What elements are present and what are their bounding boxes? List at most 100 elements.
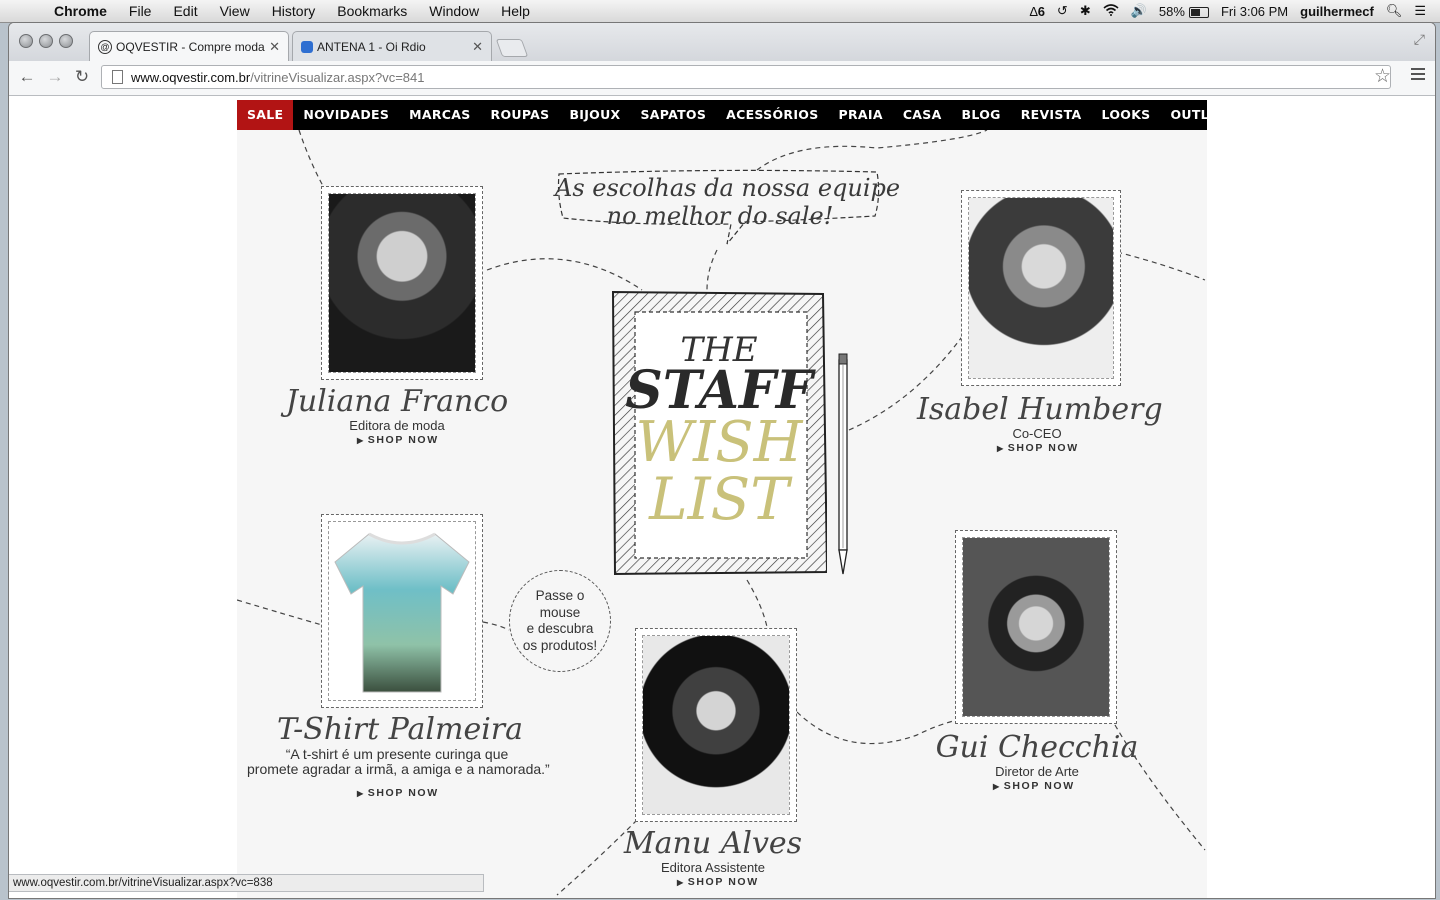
menu-app-chrome[interactable]: Chrome xyxy=(54,3,107,19)
battery-percent: 58% xyxy=(1158,3,1185,19)
nav-item-blog[interactable]: BLOG xyxy=(952,100,1011,130)
product-name: T-Shirt Palmeira xyxy=(277,712,524,747)
wifi-icon[interactable] xyxy=(1103,3,1119,19)
photo-inner xyxy=(328,521,476,701)
tab-title: ANTENA 1 - Oi Rdio xyxy=(317,39,426,54)
shop-now-label: SHOP NOW xyxy=(367,434,439,446)
shop-now-manu[interactable]: ▶ SHOP NOW xyxy=(677,876,759,888)
hint-line-3: e descubra xyxy=(526,621,594,636)
shop-now-label: SHOP NOW xyxy=(687,876,759,888)
page-viewport: SALE NOVIDADES MARCAS ROUPAS BIJOUX SAPA… xyxy=(9,96,1435,898)
menu-help[interactable]: Help xyxy=(501,3,530,19)
close-window-button[interactable] xyxy=(19,34,33,48)
notebook-list: LIST xyxy=(649,465,789,533)
adobe-count: 6 xyxy=(1037,3,1045,19)
tab-oqvestir[interactable]: @ OQVESTIR - Compre moda c ✕ xyxy=(89,31,289,61)
staff-role-gui: Diretor de Arte xyxy=(995,764,1079,779)
portrait-image xyxy=(329,194,475,372)
chrome-menu-icon[interactable] xyxy=(1411,68,1425,83)
close-tab-icon[interactable]: ✕ xyxy=(269,39,280,55)
shop-now-label: SHOP NOW xyxy=(1007,442,1079,454)
portrait-image xyxy=(963,538,1109,716)
rdio-icon xyxy=(301,40,313,53)
product-quote-line-2: promete agradar a irmã, a amiga e a namo… xyxy=(247,761,550,777)
shop-now-gui[interactable]: ▶ SHOP NOW xyxy=(993,780,1075,792)
staff-wishlist-notebook: THE STAFF WISH LIST xyxy=(611,290,827,576)
staff-name-juliana: Juliana Franco xyxy=(285,384,509,419)
hint-line-2: mouse xyxy=(539,604,581,620)
back-button[interactable]: ← xyxy=(17,67,37,87)
product-tshirt-palmeira[interactable] xyxy=(321,514,483,708)
speech-text: As escolhas da nossa equipe no melhor do… xyxy=(555,174,901,230)
bluetooth-icon[interactable]: ✱ xyxy=(1080,3,1091,19)
close-tab-icon[interactable]: ✕ xyxy=(472,39,483,55)
user-name[interactable]: guilhermecf xyxy=(1300,4,1374,19)
nav-item-novidades[interactable]: NOVIDADES xyxy=(293,100,399,130)
nav-item-roupas[interactable]: ROUPAS xyxy=(481,100,560,130)
nav-item-marcas[interactable]: MARCAS xyxy=(399,100,480,130)
address-bar[interactable]: www.oqvestir.com.br/vitrineVisualizar.as… xyxy=(101,65,1391,89)
arrow-right-icon: ▶ xyxy=(357,789,365,798)
nav-item-bijoux[interactable]: BIJOUX xyxy=(559,100,630,130)
menu-edit[interactable]: Edit xyxy=(173,3,197,19)
reload-button[interactable]: ↻ xyxy=(72,67,92,87)
photo-gui-checchia[interactable] xyxy=(955,530,1117,724)
browser-toolbar: ← → ↻ www.oqvestir.com.br/vitrineVisuali… xyxy=(9,61,1435,96)
new-tab-button[interactable] xyxy=(495,39,529,57)
url-host: www.oqvestir.com.br xyxy=(131,69,251,85)
photo-inner xyxy=(968,197,1114,379)
nav-item-acessorios[interactable]: ACESSÓRIOS xyxy=(716,100,828,130)
photo-inner xyxy=(642,635,790,815)
shop-now-isabel[interactable]: ▶ SHOP NOW xyxy=(997,442,1079,454)
menu-view[interactable]: View xyxy=(220,3,250,19)
photo-juliana-franco[interactable] xyxy=(321,186,483,380)
shop-now-juliana[interactable]: ▶ SHOP NOW xyxy=(357,434,439,446)
at-icon: @ xyxy=(98,39,112,54)
clock[interactable]: Fri 3:06 PM xyxy=(1221,4,1288,19)
pencil-icon xyxy=(838,353,848,575)
minimize-window-button[interactable] xyxy=(39,34,53,48)
time-machine-icon[interactable]: ↺ xyxy=(1057,3,1068,19)
photo-manu-alves[interactable] xyxy=(635,628,797,822)
page-icon xyxy=(112,70,123,84)
menu-history[interactable]: History xyxy=(272,3,316,19)
staff-name-manu: Manu Alves xyxy=(623,826,803,861)
photo-isabel-humberg[interactable] xyxy=(961,190,1121,386)
nav-item-sapatos[interactable]: SAPATOS xyxy=(630,100,716,130)
forward-button[interactable]: → xyxy=(45,67,65,87)
shop-now-tshirt[interactable]: ▶ SHOP NOW xyxy=(357,787,439,799)
photo-inner xyxy=(328,193,476,373)
tab-title: OQVESTIR - Compre moda c xyxy=(116,39,266,54)
adobe-icon[interactable]: ∆6 xyxy=(1030,4,1045,19)
zoom-window-button[interactable] xyxy=(59,34,73,48)
product-quote-line-1: “A t-shirt é um presente curinga que xyxy=(285,746,509,762)
menu-bookmarks[interactable]: Bookmarks xyxy=(337,3,407,19)
nav-item-looks[interactable]: LOOKS xyxy=(1092,100,1161,130)
shop-now-label: SHOP NOW xyxy=(1003,780,1075,792)
nav-item-revista[interactable]: REVISTA xyxy=(1011,100,1092,130)
speech-line-1: As escolhas da nossa equipe xyxy=(555,174,901,202)
volume-icon[interactable]: 🔊 xyxy=(1131,3,1147,19)
spotlight-icon[interactable]: 🔍︎ xyxy=(1386,3,1403,19)
status-bar: www.oqvestir.com.br/vitrineVisualizar.as… xyxy=(9,874,484,892)
nav-item-casa[interactable]: CASA xyxy=(893,100,952,130)
nav-item-praia[interactable]: PRAIA xyxy=(829,100,893,130)
hover-hint-circle: Passe o mouse e descubra os produtos! xyxy=(509,570,611,672)
menubar-right: ∆6 ↺ ✱ 🔊 58% Fri 3:06 PM guilhermecf 🔍︎ … xyxy=(1018,0,1426,22)
menu-file[interactable]: File xyxy=(129,3,152,19)
battery-icon[interactable] xyxy=(1188,4,1209,19)
shop-now-label: SHOP NOW xyxy=(367,787,439,799)
notification-center-icon[interactable]: ☰ xyxy=(1414,3,1426,19)
tab-antena[interactable]: ANTENA 1 - Oi Rdio ✕ xyxy=(292,31,492,61)
nav-item-outlet[interactable]: OUTLET xyxy=(1160,100,1236,130)
menu-window[interactable]: Window xyxy=(429,3,479,19)
hint-line-4: os produtos! xyxy=(522,637,598,653)
tshirt-image xyxy=(329,522,475,700)
arrow-right-icon: ▶ xyxy=(993,782,1001,791)
bookmark-star-icon[interactable]: ☆ xyxy=(1374,65,1391,88)
arrow-right-icon: ▶ xyxy=(357,436,365,445)
fullscreen-icon[interactable]: ⤢ xyxy=(1414,31,1425,48)
nav-item-sale[interactable]: SALE xyxy=(237,100,294,130)
hint-line-1: Passe o xyxy=(535,588,585,603)
browser-window: @ OQVESTIR - Compre moda c ✕ ANTENA 1 - … xyxy=(9,23,1435,898)
